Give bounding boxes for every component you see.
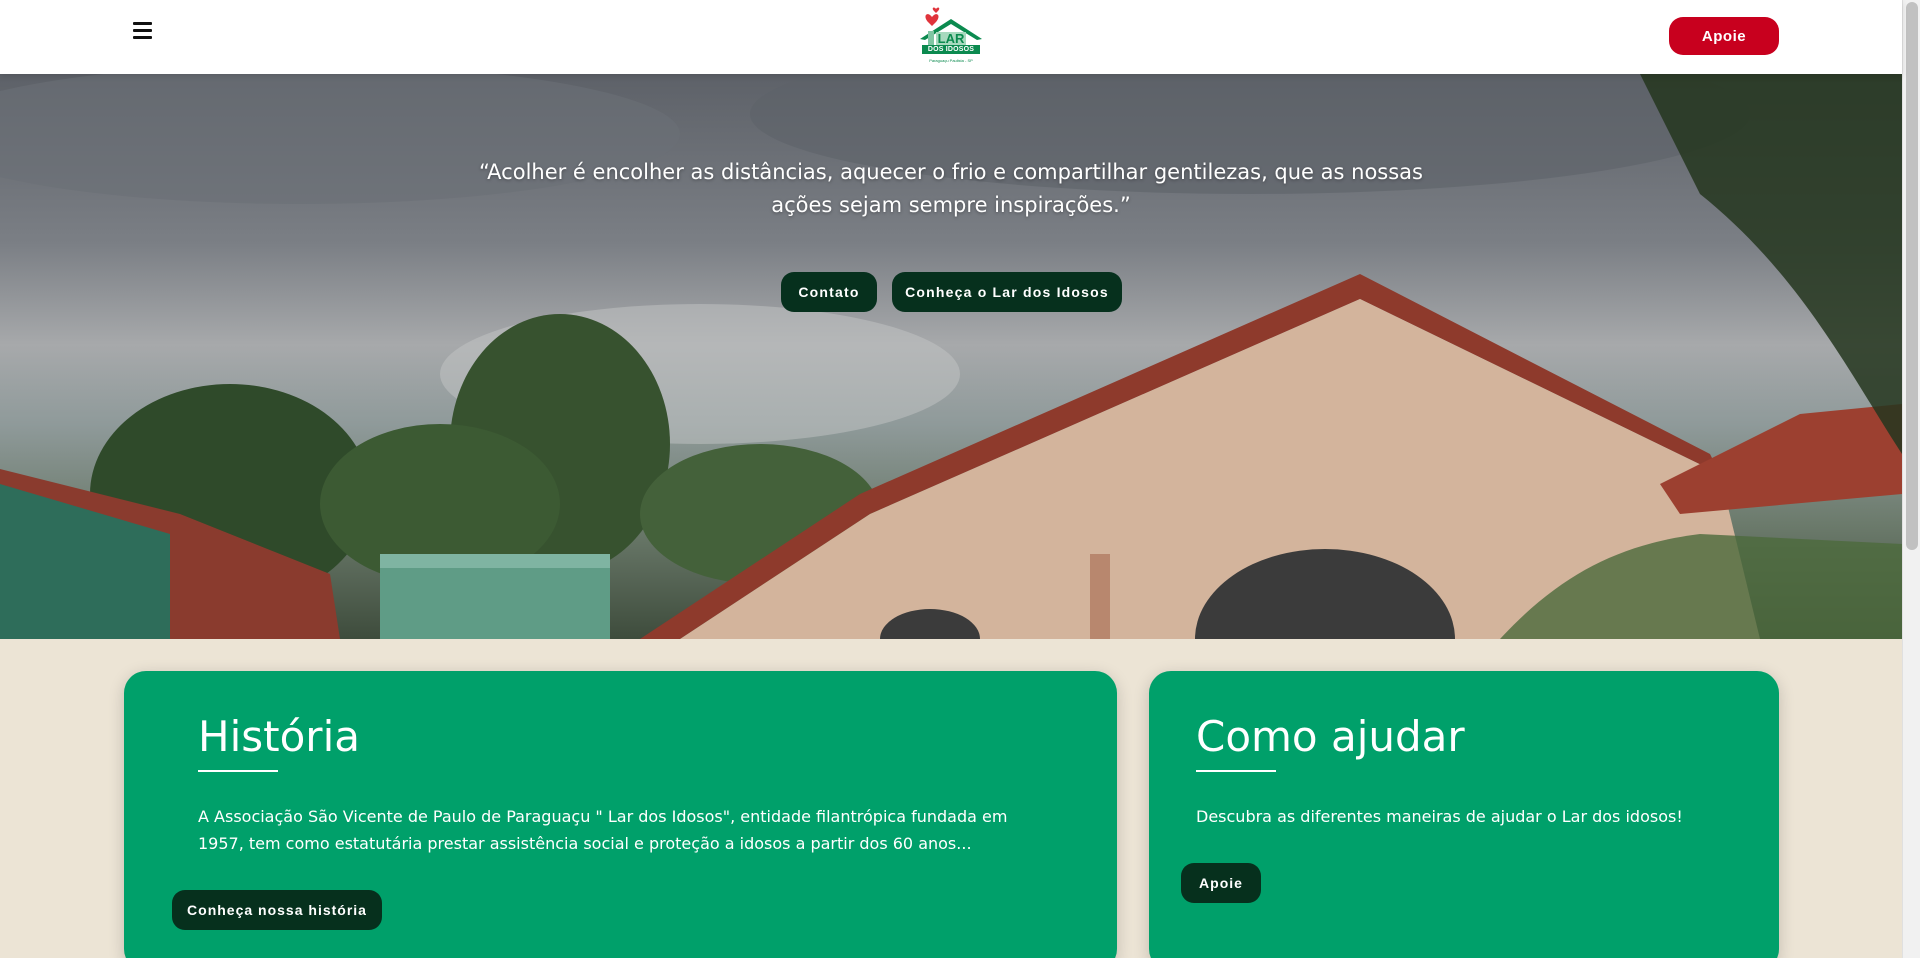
site-header: LAR DOS IDOSOS Paraguaçu Paulista - SP A… (0, 0, 1902, 74)
contato-button[interactable]: Contato (781, 272, 877, 312)
hero-banner: “Acolher é encolher as distâncias, aquec… (0, 74, 1902, 639)
como-ajudar-card: Como ajudar Descubra as diferentes manei… (1149, 671, 1779, 958)
hero-quote: “Acolher é encolher as distâncias, aquec… (479, 160, 1423, 217)
hamburger-menu-icon[interactable] (133, 22, 155, 42)
conheca-lar-button[interactable]: Conheça o Lar dos Idosos (892, 272, 1122, 312)
historia-title: História (198, 712, 360, 761)
historia-title-underline (198, 770, 278, 772)
como-ajudar-text: Descubra as diferentes maneiras de ajuda… (1196, 807, 1683, 826)
como-ajudar-title: Como ajudar (1196, 712, 1465, 761)
logo-text: DOS IDOSOS (922, 45, 980, 54)
como-ajudar-title-underline (1196, 770, 1276, 772)
historia-text: A Associação São Vicente de Paulo de Par… (198, 807, 1008, 853)
historia-card: História A Associação São Vicente de Pau… (124, 671, 1117, 958)
site-logo[interactable]: LAR DOS IDOSOS Paraguaçu Paulista - SP (914, 5, 988, 69)
apoie-card-button[interactable]: Apoie (1181, 863, 1261, 903)
logo-subtext: Paraguaçu Paulista - SP (929, 58, 973, 63)
apoie-header-button[interactable]: Apoie (1669, 17, 1779, 55)
page: LAR DOS IDOSOS Paraguaçu Paulista - SP A… (0, 0, 1920, 958)
svg-text:LAR: LAR (938, 31, 965, 46)
conheca-historia-button[interactable]: Conheça nossa história (172, 890, 382, 930)
scrollbar-thumb[interactable] (1906, 2, 1918, 550)
page-scrollbar[interactable] (1902, 0, 1920, 958)
